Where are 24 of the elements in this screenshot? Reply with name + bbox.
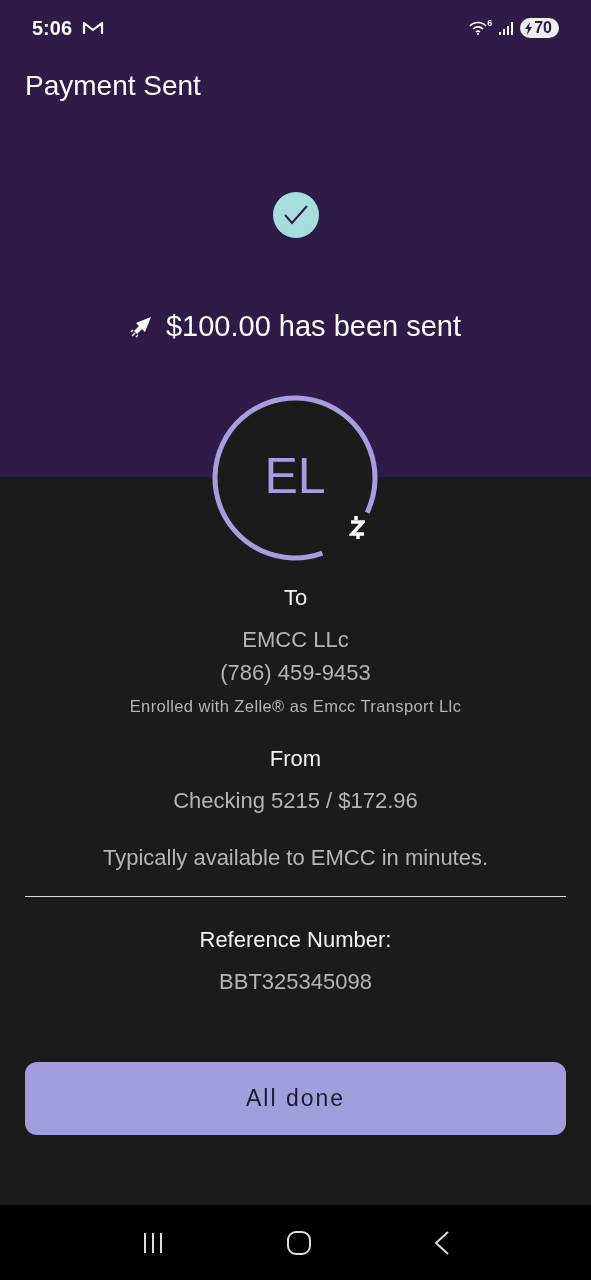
home-icon[interactable] — [285, 1229, 312, 1256]
zelle-icon — [349, 515, 365, 541]
from-label: From — [269, 746, 322, 772]
done-button[interactable]: All done — [25, 1062, 566, 1135]
battery-indicator: 70 — [520, 18, 559, 38]
reference-label: Reference Number: — [199, 927, 392, 953]
check-icon — [272, 192, 319, 238]
page-title: Payment Sent — [25, 70, 202, 102]
network-type-label: 6 — [487, 18, 493, 28]
avatar-initials: EL — [263, 447, 327, 505]
to-label: To — [283, 585, 308, 611]
recipient-phone: (786) 459-9453 — [220, 659, 371, 687]
wifi-icon — [469, 21, 488, 35]
reference-number: BBT325345098 — [219, 968, 372, 996]
signal-icon — [498, 21, 515, 35]
enrollment-note: Enrolled with Zelle® as Emcc Transport Llc — [129, 697, 462, 716]
sent-message: $100.00 has been sent — [165, 310, 462, 343]
status-time: 5:06 — [32, 16, 73, 40]
recipient-name: EMCC LLc — [242, 626, 349, 654]
mail-icon — [82, 20, 105, 36]
account-info: Checking 5215 / $172.96 — [173, 787, 418, 815]
availability-note: Typically available to EMCC in minutes. — [102, 844, 489, 872]
back-icon[interactable] — [432, 1229, 451, 1256]
rocket-icon — [129, 315, 152, 338]
